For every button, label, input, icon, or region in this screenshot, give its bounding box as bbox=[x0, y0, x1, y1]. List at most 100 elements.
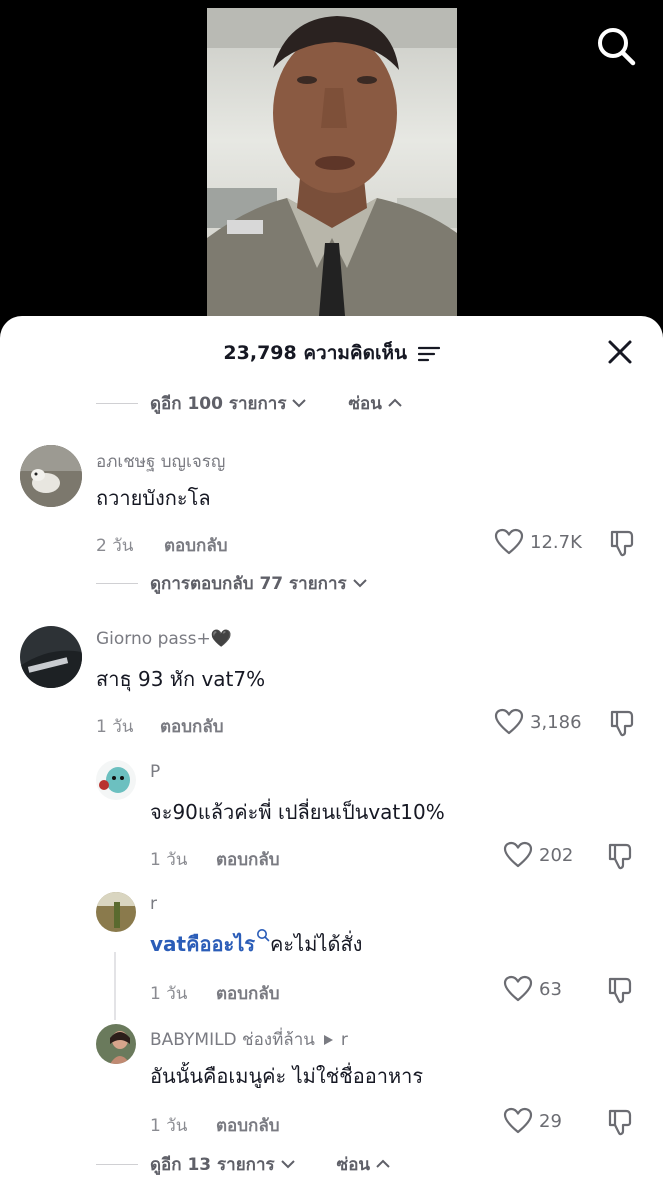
dislike-button[interactable] bbox=[608, 528, 638, 558]
timestamp: 1 วัน bbox=[150, 984, 188, 1004]
avatar-image bbox=[96, 892, 136, 932]
avatar[interactable] bbox=[96, 1024, 136, 1064]
heart-icon bbox=[503, 1107, 533, 1134]
avatar[interactable] bbox=[20, 445, 82, 507]
dislike-icon bbox=[608, 843, 632, 870]
divider bbox=[96, 582, 138, 584]
chevron-down-icon bbox=[292, 399, 307, 408]
dislike-icon bbox=[610, 530, 634, 557]
like-button[interactable]: 12.7K bbox=[494, 528, 582, 556]
sheet-header: 23,798 ความคิดเห็น bbox=[0, 316, 663, 384]
divider bbox=[96, 402, 138, 404]
username[interactable]: Giorno pass+🖤 bbox=[96, 629, 232, 649]
close-button[interactable] bbox=[604, 336, 636, 368]
search-small-icon bbox=[257, 929, 270, 942]
like-count: 63 bbox=[539, 978, 562, 1000]
timestamp: 1 วัน bbox=[150, 1116, 188, 1136]
view-more-button[interactable]: ดูอีก 13 รายการ bbox=[150, 1151, 297, 1178]
timestamp: 1 วัน bbox=[96, 717, 134, 737]
avatar-image bbox=[96, 760, 136, 800]
comment-text: vatคืออะไร คะไม่ได้สั่ง bbox=[150, 928, 362, 960]
hide-button[interactable]: ซ่อน bbox=[348, 390, 403, 417]
timestamp: 2 วัน bbox=[96, 536, 134, 556]
comment-text: ถวายบังกะโล bbox=[96, 486, 211, 510]
like-count: 12.7K bbox=[530, 531, 582, 553]
search-link-text: vatคืออะไร bbox=[150, 932, 256, 956]
heart-icon bbox=[503, 841, 533, 868]
comment-count: 23,798 ความคิดเห็น bbox=[223, 342, 407, 364]
avatar[interactable] bbox=[20, 626, 82, 688]
search-link[interactable]: vatคืออะไร bbox=[150, 929, 270, 956]
chevron-up-icon bbox=[388, 398, 402, 407]
comment-text: จะ90แล้วค่ะพี่ เปลี่ยนเป็นvat10% bbox=[150, 800, 445, 824]
video-player[interactable] bbox=[207, 8, 457, 340]
heart-icon bbox=[494, 708, 524, 735]
dislike-button[interactable] bbox=[606, 841, 636, 871]
reply-button[interactable]: ตอบกลับ bbox=[164, 532, 228, 559]
reply-button[interactable]: ตอบกลับ bbox=[216, 846, 280, 873]
heart-icon bbox=[503, 975, 533, 1002]
view-replies-row: ดูการตอบกลับ 77 รายการ bbox=[96, 568, 369, 598]
reply-button[interactable]: ตอบกลับ bbox=[216, 1112, 280, 1139]
reply-item: BABYMILD ช่องที่ล้าน r อันนั้นคือเมนูค่ะ… bbox=[0, 1022, 663, 1152]
username-row: BABYMILD ช่องที่ล้าน r bbox=[150, 1026, 348, 1053]
thread-line bbox=[114, 952, 116, 1020]
search-icon bbox=[598, 28, 636, 66]
avatar[interactable] bbox=[96, 892, 136, 932]
expand-row-bottom: ดูอีก 13 รายการ ซ่อน bbox=[96, 1149, 392, 1179]
like-button[interactable]: 202 bbox=[503, 841, 573, 869]
dislike-icon bbox=[608, 977, 632, 1004]
like-button[interactable]: 63 bbox=[503, 975, 562, 1003]
comment-text-rest: คะไม่ได้สั่ง bbox=[270, 932, 363, 956]
comment-text: สาธุ 93 หัก vat7% bbox=[96, 667, 266, 691]
hide-button[interactable]: ซ่อน bbox=[337, 1151, 392, 1178]
comment-item: อภเชษฐ บญเจรญ ถวายบังกะโล 2 วัน ตอบกลับ … bbox=[0, 440, 663, 594]
chevron-down-icon bbox=[352, 579, 367, 588]
dislike-button[interactable] bbox=[606, 975, 636, 1005]
reply-button[interactable]: ตอบกลับ bbox=[216, 980, 280, 1007]
reply-item: r vatคืออะไร คะไม่ได้สั่ง 1 วัน ตอบกลับ 6… bbox=[0, 890, 663, 1020]
divider bbox=[96, 1163, 138, 1165]
dislike-button[interactable] bbox=[606, 1107, 636, 1137]
avatar[interactable] bbox=[96, 760, 136, 800]
heart-icon bbox=[494, 528, 524, 555]
username[interactable]: BABYMILD ช่องที่ล้าน bbox=[150, 1026, 315, 1053]
reply-item: P จะ90แล้วค่ะพี่ เปลี่ยนเป็นvat10% 1 วัน… bbox=[0, 756, 663, 886]
dislike-icon bbox=[608, 1109, 632, 1136]
avatar-image bbox=[20, 626, 82, 688]
view-replies-label: ดูการตอบกลับ 77 รายการ bbox=[150, 573, 347, 594]
like-button[interactable]: 3,186 bbox=[494, 708, 582, 736]
like-count: 3,186 bbox=[530, 711, 582, 733]
hide-label: ซ่อน bbox=[348, 393, 382, 414]
view-more-button[interactable]: ดูอีก 100 รายการ bbox=[150, 390, 308, 417]
video-thumbnail bbox=[207, 8, 457, 340]
username[interactable]: อภเชษฐ บญเจรญ bbox=[96, 448, 225, 475]
dislike-icon bbox=[610, 710, 634, 737]
chevron-down-icon bbox=[280, 1160, 295, 1169]
view-more-label: ดูอีก 100 รายการ bbox=[150, 393, 287, 414]
comment-sheet: 23,798 ความคิดเห็น ดูอีก 100 รายการ ซ่อน bbox=[0, 316, 663, 1200]
expand-row-top: ดูอีก 100 รายการ ซ่อน bbox=[96, 388, 404, 418]
chevron-up-icon bbox=[376, 1159, 390, 1168]
like-button[interactable]: 29 bbox=[503, 1107, 562, 1135]
username[interactable]: P bbox=[150, 762, 160, 782]
like-count: 29 bbox=[539, 1110, 562, 1132]
username[interactable]: r bbox=[150, 894, 157, 914]
comment-text: อันนั้นคือเมนูค่ะ ไม่ใช่ชื่ออาหาร bbox=[150, 1064, 424, 1088]
view-more-label: ดูอีก 13 รายการ bbox=[150, 1154, 275, 1175]
reply-button[interactable]: ตอบกลับ bbox=[160, 713, 224, 740]
video-area bbox=[0, 0, 663, 340]
comment-count-title[interactable]: 23,798 ความคิดเห็น bbox=[0, 338, 663, 368]
search-button[interactable] bbox=[594, 24, 638, 68]
comment-item: Giorno pass+🖤 สาธุ 93 หัก vat7% 1 วัน ตอ… bbox=[0, 622, 663, 752]
filter-icon bbox=[417, 346, 440, 361]
play-arrow-icon bbox=[323, 1034, 333, 1045]
close-icon bbox=[608, 340, 632, 364]
like-count: 202 bbox=[539, 844, 574, 866]
avatar-image bbox=[96, 1024, 136, 1064]
hide-label: ซ่อน bbox=[336, 1154, 371, 1175]
timestamp: 1 วัน bbox=[150, 850, 188, 870]
view-replies-button[interactable]: ดูการตอบกลับ 77 รายการ bbox=[150, 570, 369, 597]
reply-to-username[interactable]: r bbox=[341, 1030, 348, 1050]
dislike-button[interactable] bbox=[608, 708, 638, 738]
